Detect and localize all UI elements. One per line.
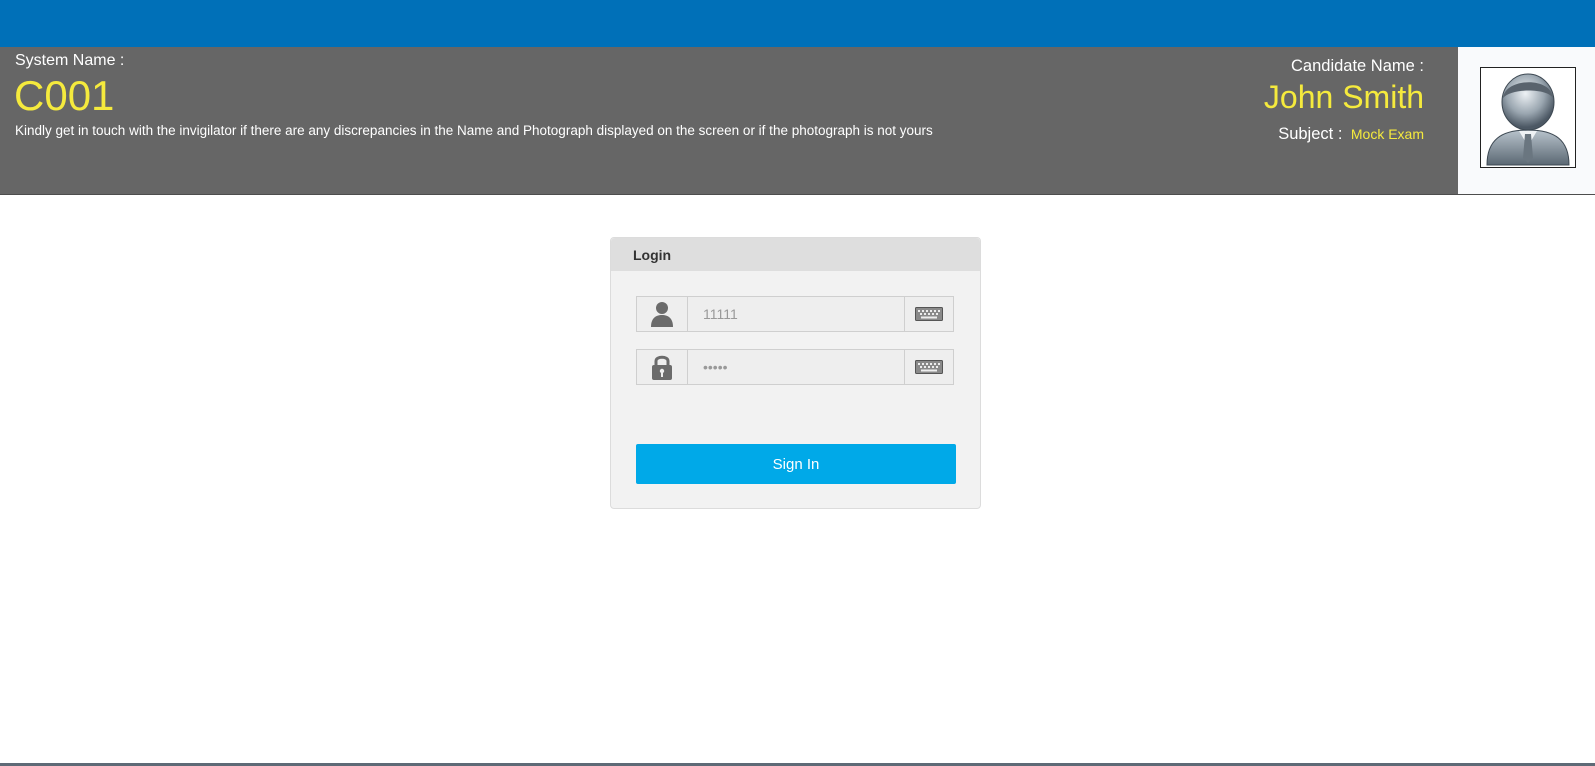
candidate-photo — [1480, 67, 1576, 168]
subject-label: Subject : — [1278, 125, 1343, 143]
sign-in-button[interactable]: Sign In — [636, 444, 956, 484]
keyboard-icon[interactable] — [904, 350, 953, 384]
username-field-group — [636, 296, 954, 332]
discrepancy-notice: Kindly get in touch with the invigilator… — [15, 123, 933, 138]
avatar-icon — [1486, 73, 1570, 166]
login-title: Login — [633, 247, 672, 263]
password-input[interactable] — [688, 350, 903, 384]
system-name-value: C001 — [14, 72, 115, 119]
user-icon — [637, 297, 688, 331]
candidate-name-value: John Smith — [1263, 79, 1424, 115]
subject-value: Mock Exam — [1350, 126, 1424, 142]
candidate-photo-panel — [1458, 47, 1595, 194]
login-panel-header: Login — [611, 238, 980, 271]
lock-icon — [637, 350, 688, 384]
subject-row: Subject : Mock Exam — [1278, 125, 1424, 144]
keyboard-icon[interactable] — [904, 297, 953, 331]
top-bar — [0, 0, 1595, 47]
password-field-group — [636, 349, 954, 385]
system-name-label: System Name : — [15, 52, 125, 69]
login-panel: Login 11111 ••••• Sign In — [610, 237, 981, 509]
candidate-header: System Name : C001 Kindly get in touch w… — [0, 47, 1595, 195]
username-input[interactable] — [688, 297, 903, 331]
candidate-name-label: Candidate Name : — [1291, 57, 1424, 75]
